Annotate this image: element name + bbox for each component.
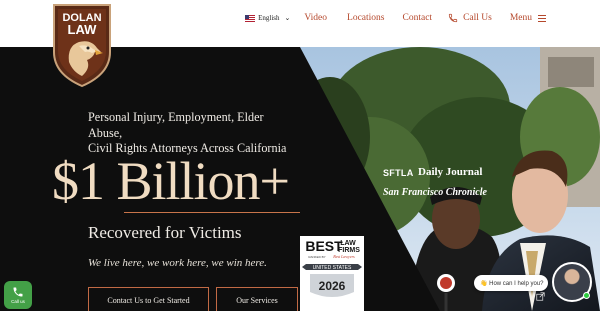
headline-underline [124,212,300,213]
site-logo[interactable]: DOLAN LAW [51,2,113,88]
hero-tagline: Personal Injury, Employment, Elder Abuse… [88,110,318,157]
main-nav: English ⌄ Video Locations Contact Call U… [245,0,546,36]
hero-motto: We live here, we work here, we win here. [88,257,267,269]
hero-tagline-line-2: Abuse, [88,125,123,140]
floating-call-label: Call us [11,299,25,304]
logo-text-line2: LAW [68,22,98,37]
badge-ranked-by: Best Lawyers [333,254,355,259]
badge-year: 2026 [319,279,346,293]
call-label: Call Us [463,13,492,23]
press-logo-daily-journal: Daily Journal [418,166,483,178]
chat-prompt-bubble[interactable]: 👋 How can I help you? [474,275,548,291]
phone-icon [13,287,23,297]
hero-tagline-line-1: Personal Injury, Employment, Elder [88,110,264,124]
floating-call-button[interactable]: Call us [4,281,32,309]
hamburger-icon [538,14,546,22]
nav-link-contact[interactable]: Contact [403,13,433,23]
external-link-icon[interactable] [536,292,545,301]
best-law-firms-badge: BEST LAW FIRMS RANKED BY Best Lawyers UN… [292,236,372,311]
online-status-dot [583,292,590,299]
badge-ranked: RANKED BY [308,255,325,259]
services-cta-button[interactable]: Our Services [216,287,298,311]
badge-law: LAW [340,240,356,247]
press-logo-sftla: SFTLA [383,168,414,178]
language-label: English [258,14,280,22]
menu-label: Menu [509,13,532,23]
hero-headline: $1 Billion+ [52,151,290,211]
nav-link-video[interactable]: Video [304,13,327,23]
badge-region: UNITED STATES [313,265,352,271]
nav-call-button[interactable]: Call Us [448,13,492,23]
menu-button[interactable]: Menu [510,13,546,23]
hero-subheadline: Recovered for Victims [88,223,242,242]
nav-link-locations[interactable]: Locations [347,13,384,23]
badge-firms: FIRMS [338,247,360,254]
language-selector[interactable]: English ⌄ [245,14,290,22]
us-flag-icon [245,14,256,22]
contact-cta-button[interactable]: Contact Us to Get Started [88,287,209,311]
chevron-down-icon: ⌄ [284,14,291,22]
press-logo-sf-chronicle: San Francisco Chronicle [383,187,487,198]
phone-icon [448,13,458,23]
